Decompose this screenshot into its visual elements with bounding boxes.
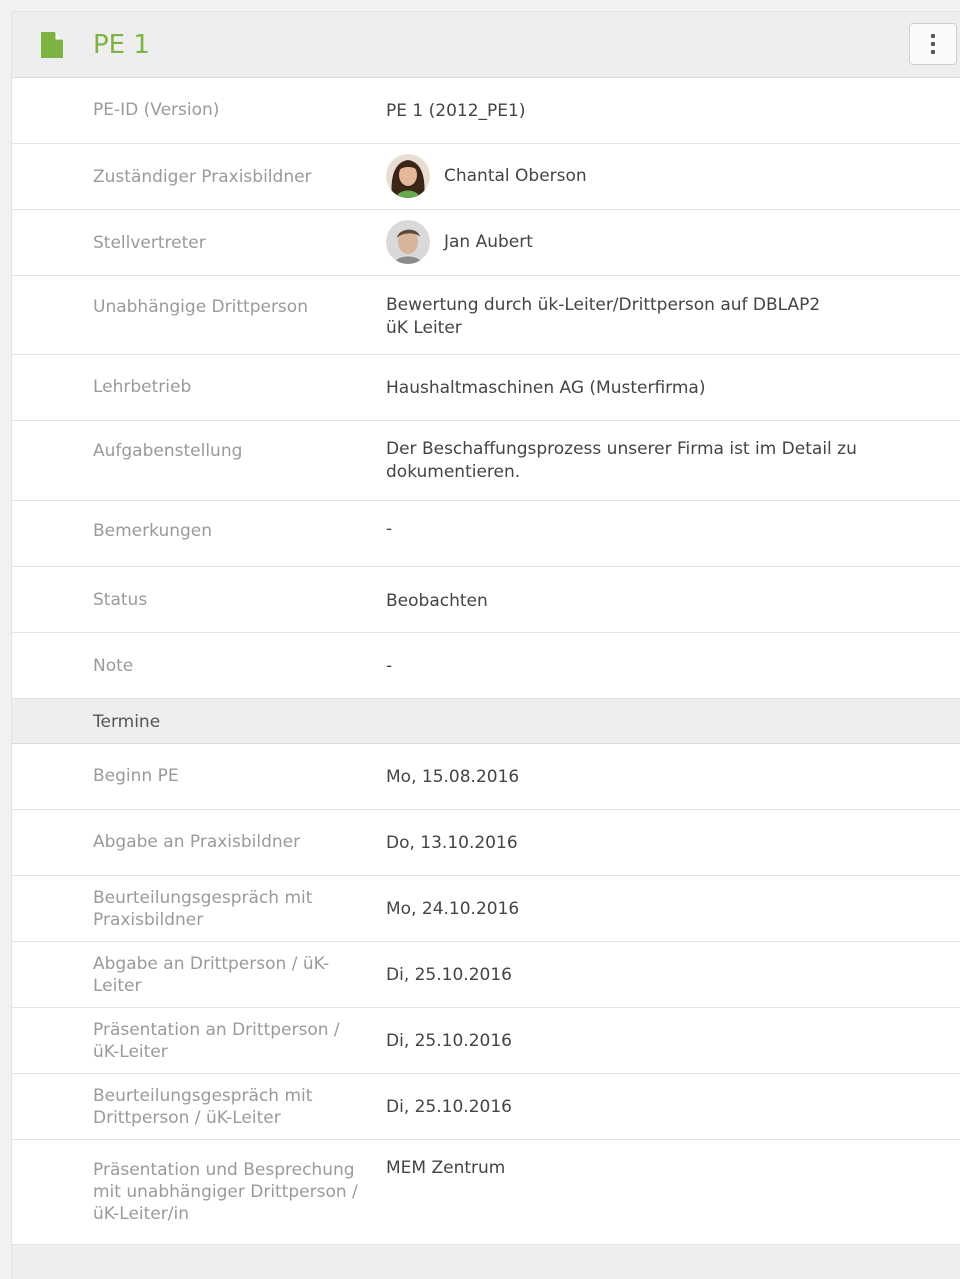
detail-label: Aufgabenstellung [93, 441, 243, 461]
vertical-dots-icon-dot [931, 42, 935, 46]
detail-label: Status [93, 590, 148, 610]
panel-footer [12, 1245, 960, 1279]
date-label: Beurteilungsgespräch mit Drittperson / ü… [93, 1086, 313, 1128]
date-row-beginn: Beginn PE Mo, 15.08.2016 [12, 744, 960, 810]
detail-label: Stellvertreter [93, 233, 206, 253]
vertical-dots-icon [931, 34, 935, 38]
status-value: Beobachten [386, 591, 488, 611]
detail-label: Note [93, 656, 134, 676]
section-header-termine: Termine [12, 699, 960, 744]
detail-row-praxisbildner: Zuständiger Praxisbildner Chantal Oberso… [12, 144, 960, 210]
panel-title: PE 1 [93, 30, 150, 60]
detail-value: - [386, 519, 393, 539]
date-label: Abgabe an Drittperson / üK-Leiter [93, 954, 330, 996]
panel-header: PE 1 [12, 12, 960, 78]
date-value: Mo, 15.08.2016 [386, 767, 520, 787]
detail-label: PE-ID (Version) [93, 100, 220, 120]
detail-label: Bemerkungen [93, 521, 213, 541]
detail-row-aufgabenstellung: Aufgabenstellung Der Beschaffungsprozess… [12, 421, 960, 501]
date-row-abgabe-drittperson: Abgabe an Drittperson / üK-Leiter Di, 25… [12, 942, 960, 1008]
date-label: Präsentation an Drittperson / üK-Leiter [93, 1020, 340, 1062]
detail-row-bemerkungen: Bemerkungen - [12, 501, 960, 567]
detail-row-stellvertreter: Stellvertreter Jan Aubert [12, 210, 960, 276]
date-label: Beurteilungsgespräch mit Praxisbildner [93, 888, 313, 930]
detail-row-note: Note - [12, 633, 960, 699]
date-value: Do, 13.10.2016 [386, 833, 518, 853]
date-value: MEM Zentrum [386, 1158, 506, 1178]
detail-value: Bewertung durch ük-Leiter/Drittperson au… [386, 294, 946, 340]
avatar[interactable] [386, 220, 430, 264]
section-title: Termine [93, 712, 161, 732]
detail-value: PE 1 (2012_PE1) [386, 101, 526, 121]
date-value: Di, 25.10.2016 [386, 965, 512, 985]
vertical-dots-icon-dot [931, 50, 935, 54]
date-row-praesentation-drittperson: Präsentation an Drittperson / üK-Leiter … [12, 1008, 960, 1074]
date-row-praesentation-besprechung: Präsentation und Besprechung mit unabhän… [12, 1140, 960, 1245]
detail-label: Zuständiger Praxisbildner [93, 167, 312, 187]
date-label: Abgabe an Praxisbildner [93, 832, 301, 852]
detail-value-line: Bewertung durch ük-Leiter/Drittperson au… [386, 295, 821, 315]
detail-value: Haushaltmaschinen AG (Musterfirma) [386, 378, 706, 398]
detail-row-pe-id: PE-ID (Version) PE 1 (2012_PE1) [12, 78, 960, 144]
date-row-abgabe-praxisbildner: Abgabe an Praxisbildner Do, 13.10.2016 [12, 810, 960, 876]
person-name[interactable]: Chantal Oberson [444, 165, 587, 188]
detail-value: Der Beschaffungsprozess unserer Firma is… [386, 439, 857, 482]
detail-row-status: Status Beobachten [12, 567, 960, 633]
detail-label: Lehrbetrieb [93, 377, 192, 397]
pe-detail-panel: PE 1 PE-ID (Version) PE 1 (2012_PE1) Zus… [11, 11, 960, 1279]
date-label: Beginn PE [93, 766, 179, 786]
date-value: Di, 25.10.2016 [386, 1097, 512, 1117]
date-row-beurteilung-drittperson: Beurteilungsgespräch mit Drittperson / ü… [12, 1074, 960, 1140]
document-icon [41, 32, 63, 58]
date-value: Mo, 24.10.2016 [386, 899, 520, 919]
avatar[interactable] [386, 154, 430, 198]
person-name[interactable]: Jan Aubert [444, 231, 533, 254]
detail-row-drittperson: Unabhängige Drittperson Bewertung durch … [12, 276, 960, 355]
detail-label: Unabhängige Drittperson [93, 297, 308, 317]
date-row-beurteilung-praxisbildner: Beurteilungsgespräch mit Praxisbildner M… [12, 876, 960, 942]
detail-value-line: üK Leiter [386, 318, 462, 338]
detail-value: - [386, 656, 393, 676]
date-value: Di, 25.10.2016 [386, 1031, 512, 1051]
more-options-button[interactable] [909, 23, 957, 65]
date-label: Präsentation und Besprechung mit unabhän… [93, 1160, 358, 1224]
detail-row-lehrbetrieb: Lehrbetrieb Haushaltmaschinen AG (Muster… [12, 355, 960, 421]
